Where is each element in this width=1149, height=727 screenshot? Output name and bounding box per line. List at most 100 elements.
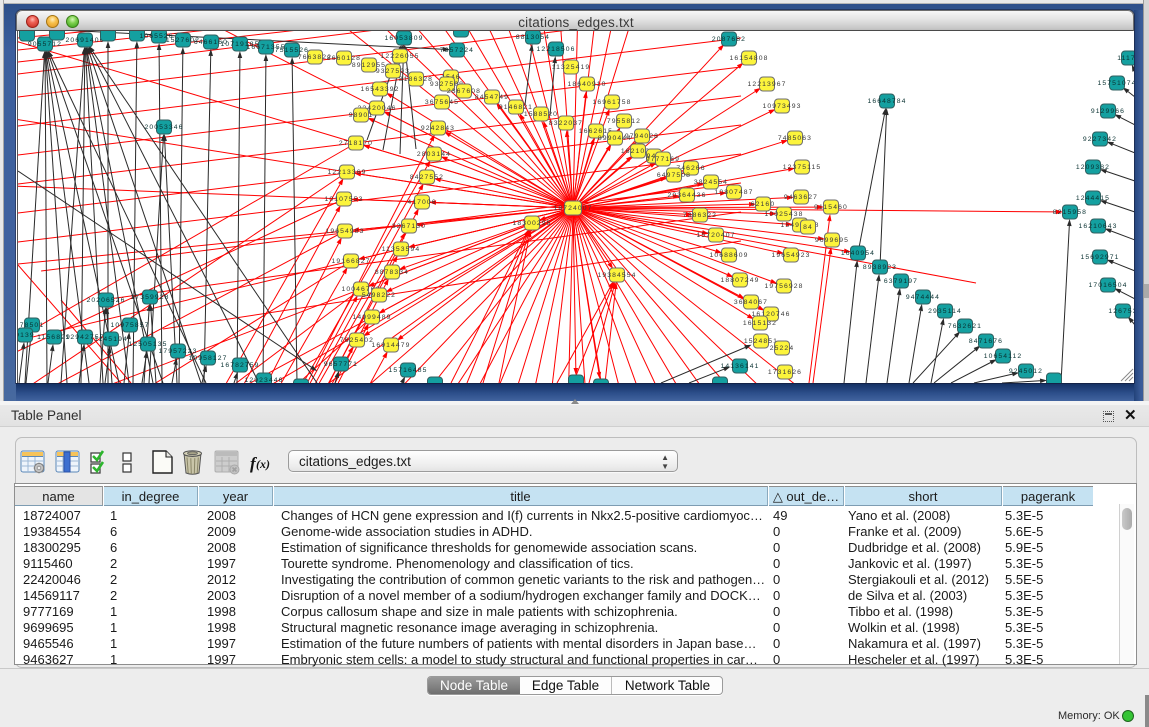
svg-text:1244415: 1244415	[1076, 195, 1110, 202]
svg-text:8938923: 8938923	[863, 264, 897, 271]
svg-text:16053809: 16053809	[384, 35, 423, 42]
svg-text:9474444: 9474444	[906, 294, 940, 301]
svg-text:1731626: 1731626	[768, 369, 802, 376]
svg-text:3267130: 3267130	[392, 223, 426, 230]
svg-text:9245012: 9245012	[1009, 368, 1043, 375]
svg-text:18807249: 18807249	[720, 277, 759, 284]
svg-text:6497508: 6497508	[657, 172, 691, 179]
svg-text:(x): (x)	[256, 457, 270, 471]
svg-text:12923446: 12923446	[244, 377, 283, 383]
svg-text:10688609: 10688609	[709, 252, 748, 259]
svg-text:9327503: 9327503	[376, 68, 410, 75]
svg-text:84: 84	[803, 224, 813, 231]
svg-text:20053346: 20053346	[144, 124, 183, 131]
svg-text:15716485: 15716485	[388, 367, 427, 374]
svg-text:12213967: 12213967	[747, 81, 786, 88]
svg-text:7485063: 7485063	[778, 135, 812, 142]
svg-text:98901: 98901	[349, 112, 373, 119]
svg-text:17016504: 17016504	[1088, 282, 1127, 289]
svg-text:1640954: 1640954	[841, 250, 875, 257]
svg-text:11325419: 11325419	[552, 64, 591, 71]
svg-text:8813054: 8813054	[516, 34, 550, 41]
svg-text:17359928: 17359928	[130, 294, 169, 301]
svg-text:8471676: 8471676	[969, 338, 1003, 345]
svg-text:8427552: 8427552	[410, 174, 444, 181]
svg-text:12505135: 12505135	[128, 341, 167, 348]
svg-text:6379197: 6379197	[884, 278, 918, 285]
svg-text:7386322: 7386322	[683, 212, 717, 219]
svg-text:7955812: 7955812	[607, 118, 641, 125]
svg-text:10025438: 10025438	[764, 211, 803, 218]
svg-text:8454749: 8454749	[475, 94, 509, 101]
svg-text:12226055: 12226055	[380, 53, 419, 60]
svg-text:1145194: 1145194	[94, 336, 128, 343]
svg-text:16543392: 16543392	[360, 86, 399, 93]
svg-text:11353594: 11353594	[382, 246, 421, 253]
svg-text:9227342: 9227342	[1083, 136, 1117, 143]
svg-text:10958127: 10958127	[188, 355, 227, 362]
svg-text:8215958: 8215958	[1053, 209, 1087, 216]
svg-text:14136141: 14136141	[720, 363, 759, 370]
svg-text:5498222: 5498222	[362, 292, 396, 299]
svg-text:3824554: 3824554	[694, 179, 728, 186]
svg-text:7632621: 7632621	[948, 323, 982, 330]
svg-text:19654923: 19654923	[771, 252, 810, 259]
svg-text:7357224: 7357224	[440, 47, 474, 54]
svg-text:11172: 11172	[1117, 55, 1134, 62]
svg-text:2935114: 2935114	[928, 308, 962, 315]
svg-text:19166827: 19166827	[331, 258, 370, 265]
svg-text:3675645: 3675645	[425, 99, 459, 106]
svg-text:62160: 62160	[751, 201, 775, 208]
svg-text:9777169: 9777169	[646, 156, 680, 163]
svg-text:1588520: 1588520	[524, 111, 558, 118]
svg-text:10807487: 10807487	[714, 189, 753, 196]
svg-text:1615132: 1615132	[743, 320, 777, 327]
svg-text:10107553: 10107553	[324, 196, 363, 203]
svg-text:12375115: 12375115	[783, 164, 822, 171]
svg-text:16648784: 16648784	[867, 98, 906, 105]
svg-text:2718170: 2718170	[339, 140, 373, 147]
svg-text:16782759: 16782759	[220, 362, 259, 369]
svg-text:16210643: 16210643	[1078, 223, 1117, 230]
svg-text:10975857: 10975857	[110, 322, 149, 329]
svg-text:9463627: 9463627	[784, 194, 818, 201]
svg-text:9794028: 9794028	[625, 133, 659, 140]
svg-text:9055712: 9055712	[28, 41, 62, 48]
svg-text:2803144: 2803144	[417, 151, 451, 158]
svg-text:18724007: 18724007	[553, 205, 592, 212]
svg-text:3684067: 3684067	[734, 299, 768, 306]
svg-text:9129966: 9129966	[1091, 108, 1125, 115]
svg-text:7515526: 7515526	[275, 47, 309, 54]
svg-text:15692971: 15692971	[1080, 254, 1119, 261]
svg-text:9139: 9139	[18, 332, 35, 339]
svg-text:9699695: 9699695	[815, 237, 849, 244]
svg-text:12218506: 12218506	[536, 46, 575, 53]
svg-text:18300295: 18300295	[512, 220, 551, 227]
svg-text:9115460: 9115460	[814, 204, 848, 211]
svg-text:16961758: 16961758	[592, 99, 631, 106]
svg-text:20206526: 20206526	[86, 297, 125, 304]
svg-text:2087682: 2087682	[712, 36, 746, 43]
svg-text:17957223: 17957223	[158, 348, 197, 355]
svg-text:1524851: 1524851	[744, 338, 778, 345]
svg-text:18640910: 18640910	[567, 81, 606, 88]
svg-text:8660128: 8660128	[327, 55, 361, 62]
svg-text:417006: 417006	[407, 199, 436, 206]
svg-text:19654983: 19654983	[325, 228, 364, 235]
svg-text:126753: 126753	[1108, 308, 1134, 315]
svg-text:8878334: 8878334	[375, 269, 409, 276]
svg-text:19756928: 19756928	[764, 283, 803, 290]
svg-text:14099489: 14099489	[352, 314, 391, 321]
svg-text:15751074: 15751074	[1097, 80, 1134, 87]
svg-text:8322037: 8322037	[549, 120, 583, 127]
svg-text:9146821: 9146821	[499, 104, 533, 111]
svg-text:8186328: 8186328	[399, 76, 433, 83]
svg-text:20364436: 20364436	[667, 192, 706, 199]
svg-text:25224: 25224	[770, 345, 794, 352]
svg-text:16154808: 16154808	[729, 55, 768, 62]
svg-text:20691406: 20691406	[65, 37, 104, 44]
svg-text:12213369: 12213369	[327, 169, 366, 176]
svg-text:16914479: 16914479	[371, 342, 410, 349]
svg-text:15720407: 15720407	[696, 232, 735, 239]
svg-text:19384554: 19384554	[597, 272, 636, 279]
